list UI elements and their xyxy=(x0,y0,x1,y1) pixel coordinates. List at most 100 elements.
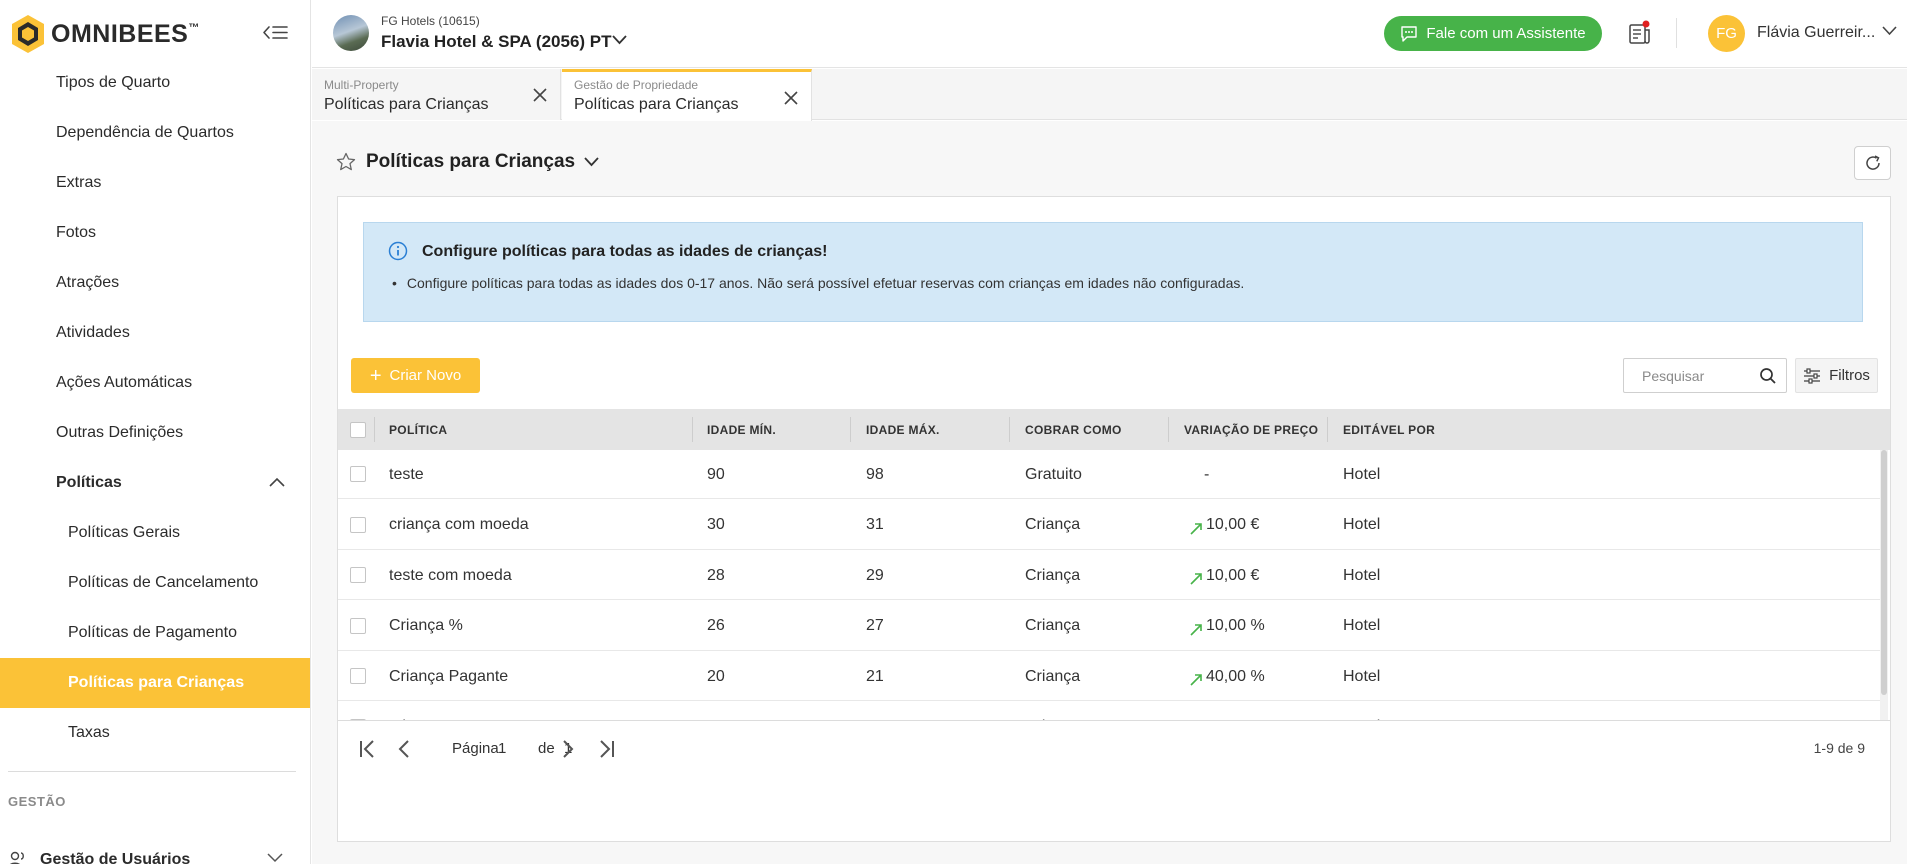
notifications-icon[interactable] xyxy=(1627,20,1653,46)
sidebar-item-user-management[interactable]: Gestão de Usuários xyxy=(8,845,303,864)
collapse-menu-icon[interactable] xyxy=(262,22,288,44)
cell-min-age: 28 xyxy=(707,566,725,584)
cell-price-variation: 2,00 € xyxy=(1190,703,1250,720)
first-page-icon[interactable] xyxy=(358,737,380,761)
sidebar-item-acoes-automaticas[interactable]: Ações Automáticas xyxy=(0,358,310,408)
row-checkbox[interactable] xyxy=(350,466,366,482)
sidebar-item-politicas-gerais[interactable]: Políticas Gerais xyxy=(0,508,310,558)
sidebar-item-politicas-para-criancas[interactable]: Políticas para Crianças xyxy=(0,658,310,708)
star-icon[interactable] xyxy=(336,152,356,172)
cell-charge-as: Criança xyxy=(1025,566,1081,584)
chevron-down-icon[interactable] xyxy=(584,157,599,167)
cell-min-age: 20 xyxy=(707,667,725,685)
sidebar-item-atracoes[interactable]: Atrações xyxy=(0,258,310,308)
table-row[interactable]: criança pagante MP 24 25 Criança 2,00 € Hotel xyxy=(338,702,1880,720)
sidebar-item-dependencia-de-quartos[interactable]: Dependência de Quartos xyxy=(0,108,310,158)
select-all-checkbox[interactable] xyxy=(350,422,366,438)
results-range: 1-9 de 9 xyxy=(1813,740,1865,756)
sidebar-item-extras[interactable]: Extras xyxy=(0,158,310,208)
cell-editable-by: Hotel xyxy=(1343,703,1380,720)
refresh-button[interactable] xyxy=(1854,146,1891,180)
sidebar-item-fotos[interactable]: Fotos xyxy=(0,208,310,258)
row-checkbox[interactable] xyxy=(350,567,366,583)
table-row[interactable]: teste 90 98 Gratuito - Hotel xyxy=(338,450,1880,499)
sidebar-item-label: Políticas para Crianças xyxy=(68,674,245,691)
chat-icon xyxy=(1401,25,1418,42)
create-new-button[interactable]: + Criar Novo xyxy=(351,358,480,393)
sidebar: Tipos de Quarto Dependência de Quartos Ext… xyxy=(0,0,311,864)
of-label: de xyxy=(538,740,555,757)
table-row[interactable]: teste com moeda 28 29 Criança 10,00 € Hotel xyxy=(338,551,1880,600)
hotel-selector[interactable]: Flavia Hotel & SPA (2056) PT xyxy=(381,32,612,52)
scrollbar-thumb[interactable] xyxy=(1881,450,1887,695)
row-checkbox[interactable] xyxy=(350,516,366,533)
user-name[interactable]: Flávia Guerreir... xyxy=(1757,24,1875,42)
cell-editable-by: Hotel xyxy=(1343,617,1381,634)
sidebar-item-label: Outras Definições xyxy=(56,424,184,441)
page-title: Políticas para Crianças xyxy=(366,151,576,172)
column-separator xyxy=(1009,417,1010,442)
sidebar-item-politicas[interactable]: Políticas xyxy=(0,458,310,508)
tab-bar: Multi-Property Políticas para Crianças G… xyxy=(312,69,1907,121)
next-page-icon[interactable] xyxy=(556,737,578,761)
sidebar-item-politicas-de-pagamento[interactable]: Políticas de Pagamento xyxy=(0,608,310,658)
column-header-editable-by[interactable]: EDITÁVEL POR xyxy=(1343,409,1435,450)
sliders-icon xyxy=(1804,367,1821,384)
table-body: teste 90 98 Gratuito - Hotel criança com moeda… xyxy=(338,450,1890,720)
talk-to-assistant-button[interactable]: Fale com um Assistente xyxy=(1384,16,1602,51)
top-bar: FG Hotels (10615) Flavia Hotel & SPA (20… xyxy=(312,0,1907,68)
search-icon[interactable] xyxy=(1759,367,1777,385)
info-title: Configure políticas para todas as idades… xyxy=(422,243,828,260)
sidebar-item-taxas[interactable]: Taxas xyxy=(0,708,310,758)
column-header-charge-as[interactable]: COBRAR COMO xyxy=(1025,409,1122,450)
row-checkbox[interactable] xyxy=(350,617,366,634)
cell-editable-by: Hotel xyxy=(1343,516,1381,533)
sidebar-item-politicas-de-cancelamento[interactable]: Políticas de Cancelamento xyxy=(0,558,310,608)
cell-policy: criança com moeda xyxy=(389,516,529,533)
column-header-policy[interactable]: POLÍTICA xyxy=(389,409,447,450)
table-scrollbar[interactable] xyxy=(1880,450,1888,720)
close-icon[interactable] xyxy=(532,87,548,103)
close-icon[interactable] xyxy=(783,90,799,106)
column-separator xyxy=(850,417,851,442)
column-separator xyxy=(692,417,693,442)
row-checkbox[interactable] xyxy=(350,668,366,684)
cell-price-variation: 10,00 € xyxy=(1190,551,1259,600)
table-row[interactable]: criança com moeda 30 31 Criança 10,00 € Hotel xyxy=(338,500,1880,550)
column-header-price-variation[interactable]: VARIAÇÃO DE PREÇO xyxy=(1184,409,1318,450)
sidebar-item-label: Gestão de Usuários xyxy=(40,851,191,864)
column-separator xyxy=(1327,417,1328,442)
omnibees-logo-icon xyxy=(10,14,46,54)
user-avatar[interactable]: FG xyxy=(1708,15,1745,52)
sidebar-item-label: Tipos de Quarto xyxy=(56,74,171,91)
sidebar-section-label: GESTÃO xyxy=(8,794,66,809)
chevron-down-icon[interactable] xyxy=(612,35,627,45)
cell-price-variation: 10,00 € xyxy=(1190,501,1259,550)
cell-policy: Criança % xyxy=(389,617,463,634)
users-icon xyxy=(10,851,24,864)
table-row[interactable]: Criança % 26 27 Criança 10,00 % Hotel xyxy=(338,601,1880,651)
cell-max-age: 27 xyxy=(866,617,884,634)
cell-max-age: 98 xyxy=(866,465,884,483)
column-header-max-age[interactable]: IDADE MÁX. xyxy=(866,409,940,450)
logo[interactable]: OMNIBEES™ xyxy=(0,0,310,68)
sidebar-item-outras-definicoes[interactable]: Outras Definições xyxy=(0,408,310,458)
sidebar-menu: Tipos de Quarto Dependência de Quartos Ext… xyxy=(0,58,310,758)
search-input[interactable] xyxy=(1624,359,1754,392)
sidebar-item-label: Políticas de Pagamento xyxy=(68,624,237,641)
tab-property-child-policies[interactable]: Gestão de Propriedade Políticas para Cri… xyxy=(562,69,812,121)
filters-button[interactable]: Filtros xyxy=(1795,358,1878,393)
current-page[interactable]: 1 xyxy=(498,740,506,757)
table-row[interactable]: Criança Pagante 20 21 Criança 40,00 % Hotel xyxy=(338,652,1880,701)
sidebar-item-label: Dependência de Quartos xyxy=(56,124,234,141)
last-page-icon[interactable] xyxy=(594,737,616,761)
column-header-min-age[interactable]: IDADE MÍN. xyxy=(707,409,776,450)
cell-min-age: 24 xyxy=(707,703,725,720)
sidebar-item-atividades[interactable]: Atividades xyxy=(0,308,310,358)
sidebar-item-label: Taxas xyxy=(68,724,110,741)
table-header: POLÍTICA IDADE MÍN. IDADE MÁX. COBRAR CO… xyxy=(338,409,1890,450)
previous-page-icon[interactable] xyxy=(394,737,416,761)
sidebar-item-label: Políticas xyxy=(56,474,122,491)
chevron-down-icon[interactable] xyxy=(1882,26,1897,36)
tab-multi-property-child-policies[interactable]: Multi-Property Políticas para Crianças xyxy=(312,69,561,120)
